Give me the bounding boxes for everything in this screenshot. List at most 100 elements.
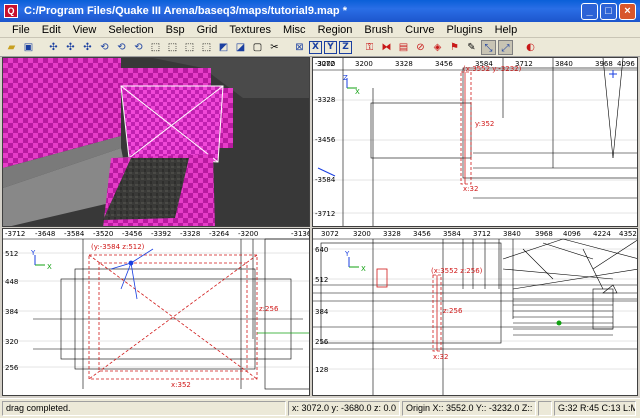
tick: 320 bbox=[5, 338, 18, 346]
tick: -3456 bbox=[122, 230, 143, 238]
cubic-clip-icon[interactable]: ⧓ bbox=[379, 40, 394, 55]
camera-icon[interactable]: ▤ bbox=[396, 40, 411, 55]
tick: -3200 bbox=[315, 60, 335, 68]
toolbar-separator bbox=[284, 40, 290, 55]
menu-edit[interactable]: Edit bbox=[36, 22, 67, 38]
select-inside-icon[interactable]: ⬚ bbox=[199, 40, 214, 55]
tick: 512 bbox=[315, 276, 328, 284]
bend-icon[interactable]: ◐ bbox=[523, 40, 538, 55]
open-icon[interactable]: ▰ bbox=[4, 40, 19, 55]
menu-view[interactable]: View bbox=[67, 22, 103, 38]
change-views-icon[interactable]: ⊠ bbox=[292, 40, 307, 55]
menu-bsp[interactable]: Bsp bbox=[160, 22, 191, 38]
drag-edges-icon[interactable]: ⤢ bbox=[498, 39, 513, 55]
menu-bar: File Edit View Selection Bsp Grid Textur… bbox=[0, 22, 640, 38]
texture-lock-icon[interactable]: ⚿ bbox=[362, 40, 377, 55]
dim-x-label: x:32 bbox=[433, 353, 448, 361]
scale-icon[interactable]: ✎ bbox=[464, 40, 479, 55]
menu-plugins[interactable]: Plugins bbox=[441, 22, 489, 38]
xy-grid: 3072 3200 3328 3456 3584 3712 3840 3968 … bbox=[313, 230, 637, 395]
tick: 384 bbox=[5, 308, 19, 316]
select-partial-tall-icon[interactable]: ⬚ bbox=[182, 40, 197, 55]
menu-curve[interactable]: Curve bbox=[399, 22, 440, 38]
menu-file[interactable]: File bbox=[6, 22, 36, 38]
menu-brush[interactable]: Brush bbox=[358, 22, 399, 38]
camera-scene bbox=[3, 58, 309, 226]
tick: 3840 bbox=[555, 60, 573, 68]
tick: 3328 bbox=[395, 60, 413, 68]
tick: -3264 bbox=[209, 230, 230, 238]
rotate-y-icon[interactable]: ⟲ bbox=[114, 40, 129, 55]
dim-y-label: y:352 bbox=[475, 120, 494, 128]
yz-x-ticks: -3712 -3648 -3584 -3520 -3456 -3392 -332… bbox=[5, 230, 309, 238]
xy-y-ticks: 640 512 384 256 128 bbox=[315, 246, 329, 374]
tick: 448 bbox=[5, 278, 18, 286]
select-touching-icon[interactable]: ⬚ bbox=[165, 40, 180, 55]
flip-y-icon[interactable]: ✣ bbox=[63, 40, 78, 55]
maximize-button[interactable]: □ bbox=[600, 2, 617, 20]
tick: 3072 bbox=[321, 230, 339, 238]
z-axis-icon[interactable]: Z bbox=[339, 40, 352, 54]
menu-help[interactable]: Help bbox=[489, 22, 524, 38]
axis-y-label: Y bbox=[30, 249, 36, 257]
tick: -3648 bbox=[35, 230, 55, 238]
tick: 128 bbox=[315, 366, 328, 374]
axis-y-label: Y bbox=[344, 250, 350, 258]
patch-icon[interactable]: ⚑ bbox=[447, 40, 462, 55]
csg-subtract-icon[interactable]: ◩ bbox=[216, 40, 231, 55]
y-axis-icon[interactable]: Y bbox=[324, 40, 337, 54]
show-patches-icon[interactable]: ◈ bbox=[430, 40, 445, 55]
rotate-z-icon[interactable]: ⟲ bbox=[131, 40, 146, 55]
tick: 3200 bbox=[353, 230, 371, 238]
tick: 3712 bbox=[473, 230, 491, 238]
dim-y-label: z:256 bbox=[259, 305, 279, 313]
menu-textures[interactable]: Textures bbox=[223, 22, 277, 38]
flip-z-icon[interactable]: ✣ bbox=[80, 40, 95, 55]
tick: 4096 bbox=[563, 230, 581, 238]
entity-icon[interactable]: ⊘ bbox=[413, 40, 428, 55]
selection-readout: (x:3552 z:256) bbox=[431, 267, 483, 275]
yz-view[interactable]: -3712 -3648 -3584 -3520 -3456 -3392 -332… bbox=[2, 228, 310, 396]
dim-x-label: x:352 bbox=[171, 381, 191, 389]
axis-x-label: X bbox=[47, 263, 52, 271]
clipper-icon[interactable]: ✂ bbox=[267, 40, 282, 55]
radiant-icon: Q bbox=[4, 4, 18, 18]
xy-view[interactable]: 3072 3200 3328 3456 3584 3712 3840 3968 … bbox=[312, 228, 638, 396]
menu-misc[interactable]: Misc bbox=[277, 22, 312, 38]
minimize-button[interactable]: _ bbox=[581, 2, 598, 20]
xz-y-ticks: -3200 -3328 -3456 -3584 -3712 bbox=[315, 60, 336, 218]
tick: -3200 bbox=[238, 230, 258, 238]
status-bar: drag completed. x: 3072.0 y: -3680.0 z: … bbox=[0, 398, 640, 418]
tick: 256 bbox=[315, 338, 329, 346]
axis-x-label: X bbox=[355, 88, 360, 96]
tick: -3392 bbox=[151, 230, 171, 238]
x-axis-icon[interactable]: X bbox=[309, 40, 322, 54]
close-button[interactable]: × bbox=[619, 2, 636, 20]
tick: -3520 bbox=[93, 230, 113, 238]
menu-grid[interactable]: Grid bbox=[191, 22, 224, 38]
tick: 3840 bbox=[503, 230, 521, 238]
tick: 4352 bbox=[619, 230, 637, 238]
status-message: drag completed. bbox=[2, 401, 286, 416]
tick: 384 bbox=[315, 308, 329, 316]
xz-view[interactable]: 3072 3200 3328 3456 3584 3712 3840 3968 … bbox=[312, 57, 638, 227]
save-icon[interactable]: ▣ bbox=[21, 40, 36, 55]
select-complete-tall-icon[interactable]: ⬚ bbox=[148, 40, 163, 55]
tick: -3328 bbox=[315, 96, 335, 104]
menu-selection[interactable]: Selection bbox=[102, 22, 159, 38]
tick: 256 bbox=[5, 364, 19, 372]
tick: -3712 bbox=[5, 230, 25, 238]
yz-grid: -3712 -3648 -3584 -3520 -3456 -3392 -332… bbox=[3, 230, 309, 390]
tick: 4096 bbox=[617, 60, 635, 68]
camera-view[interactable] bbox=[2, 57, 310, 227]
title-bar: Q C:/Program Files/Quake III Arena/baseq… bbox=[0, 0, 640, 22]
selection-readout: (y:-3584 z:512) bbox=[91, 243, 145, 251]
rotate-x-icon[interactable]: ⟲ bbox=[97, 40, 112, 55]
dim-y-label: z:256 bbox=[443, 307, 463, 315]
flip-x-icon[interactable]: ✣ bbox=[46, 40, 61, 55]
drag-vertices-icon[interactable]: ⤡ bbox=[481, 39, 496, 55]
csg-merge-icon[interactable]: ◪ bbox=[233, 40, 248, 55]
tick: 3200 bbox=[355, 60, 373, 68]
hollow-icon[interactable]: ▢ bbox=[250, 40, 265, 55]
menu-region[interactable]: Region bbox=[312, 22, 359, 38]
